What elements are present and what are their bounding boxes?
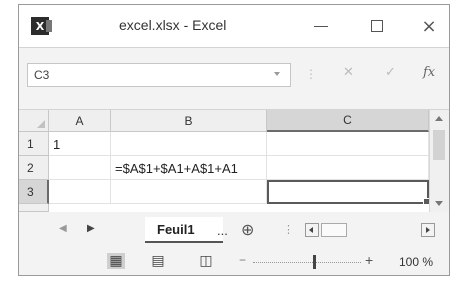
row-header-1[interactable]: 1 (19, 132, 49, 156)
name-box[interactable]: C3 (27, 63, 291, 87)
select-all-corner[interactable] (19, 110, 49, 132)
cell-c2[interactable] (267, 156, 429, 180)
zoom-slider-thumb[interactable] (313, 255, 316, 269)
zoom-out-button[interactable]: − (239, 253, 246, 267)
row-header-4[interactable] (19, 204, 49, 212)
formula-bar-separator: ⋮ (305, 67, 317, 81)
cell-a1[interactable]: 1 (49, 132, 111, 156)
close-button[interactable]: × (409, 13, 449, 39)
new-sheet-icon[interactable]: ⊕ (241, 220, 254, 239)
page-layout-view-icon[interactable]: ▤ (149, 253, 167, 269)
sheet-tab-feuil1[interactable]: Feuil1 (145, 217, 223, 243)
more-sheets[interactable]: ... (217, 223, 228, 238)
vertical-scrollbar[interactable] (429, 110, 449, 212)
title-bar: X excel.xlsx - Excel × (19, 5, 449, 48)
page-break-view-icon[interactable]: ◫ (197, 253, 215, 269)
close-icon: × (421, 15, 437, 37)
app-icon-letter: X (35, 19, 45, 33)
vertical-scroll-thumb[interactable] (433, 130, 445, 160)
app-icon-sheet (46, 20, 52, 32)
window-title: excel.xlsx - Excel (119, 17, 227, 33)
tab-split-handle[interactable]: ⋮ (283, 223, 294, 236)
excel-window: X excel.xlsx - Excel × C3 ⋮ ✕ ✓ fx A B C… (18, 4, 450, 276)
select-all-icon (37, 120, 45, 128)
normal-view-icon[interactable]: ▦ (107, 253, 125, 269)
scroll-down-icon[interactable] (435, 201, 443, 206)
zoom-in-button[interactable]: + (365, 252, 373, 268)
column-header-a[interactable]: A (49, 110, 111, 132)
formula-bar: C3 ⋮ ✕ ✓ fx (19, 55, 449, 97)
enter-icon[interactable]: ✓ (385, 65, 396, 80)
cell-a3[interactable] (49, 180, 111, 204)
insert-function-icon[interactable]: fx (423, 65, 435, 80)
horizontal-scrollbar[interactable] (305, 223, 445, 237)
next-sheet-icon[interactable]: ▶ (87, 223, 95, 234)
cell-a2[interactable] (49, 156, 111, 180)
column-header-c[interactable]: C (267, 110, 429, 132)
row-header-2[interactable]: 2 (19, 156, 49, 180)
cell-b3[interactable] (111, 180, 267, 204)
scroll-right-icon[interactable] (421, 223, 435, 237)
scroll-left-icon[interactable] (305, 223, 319, 237)
previous-sheet-icon[interactable]: ◀ (59, 223, 67, 234)
cell-c3-selected[interactable] (267, 180, 430, 205)
minimize-icon (314, 25, 328, 27)
name-box-dropdown-icon[interactable] (274, 72, 280, 76)
maximize-button[interactable] (357, 13, 397, 39)
status-bar: ▦ ▤ ◫ − + 100 % (19, 251, 449, 275)
worksheet-grid[interactable]: A B C 1 2 3 1 =$A$1+$A1+A$1+A1 (19, 109, 449, 212)
cancel-icon[interactable]: ✕ (343, 65, 354, 80)
minimize-button[interactable] (301, 13, 341, 39)
cell-b1[interactable] (111, 132, 267, 156)
maximize-icon (371, 20, 383, 32)
sheet-tab-bar: ◀ ▶ Feuil1 ... ⊕ ⋮ (19, 217, 449, 245)
row-header-3[interactable]: 3 (19, 180, 49, 204)
cell-b2[interactable]: =$A$1+$A1+A$1+A1 (111, 156, 267, 180)
scroll-up-icon[interactable] (435, 116, 443, 121)
name-box-value: C3 (34, 68, 50, 82)
horizontal-scroll-thumb[interactable] (321, 223, 347, 237)
zoom-percentage[interactable]: 100 % (399, 255, 433, 269)
zoom-slider-track[interactable] (253, 262, 361, 263)
column-header-b[interactable]: B (111, 110, 267, 132)
cell-c1[interactable] (267, 132, 429, 156)
excel-app-icon: X (31, 17, 52, 35)
